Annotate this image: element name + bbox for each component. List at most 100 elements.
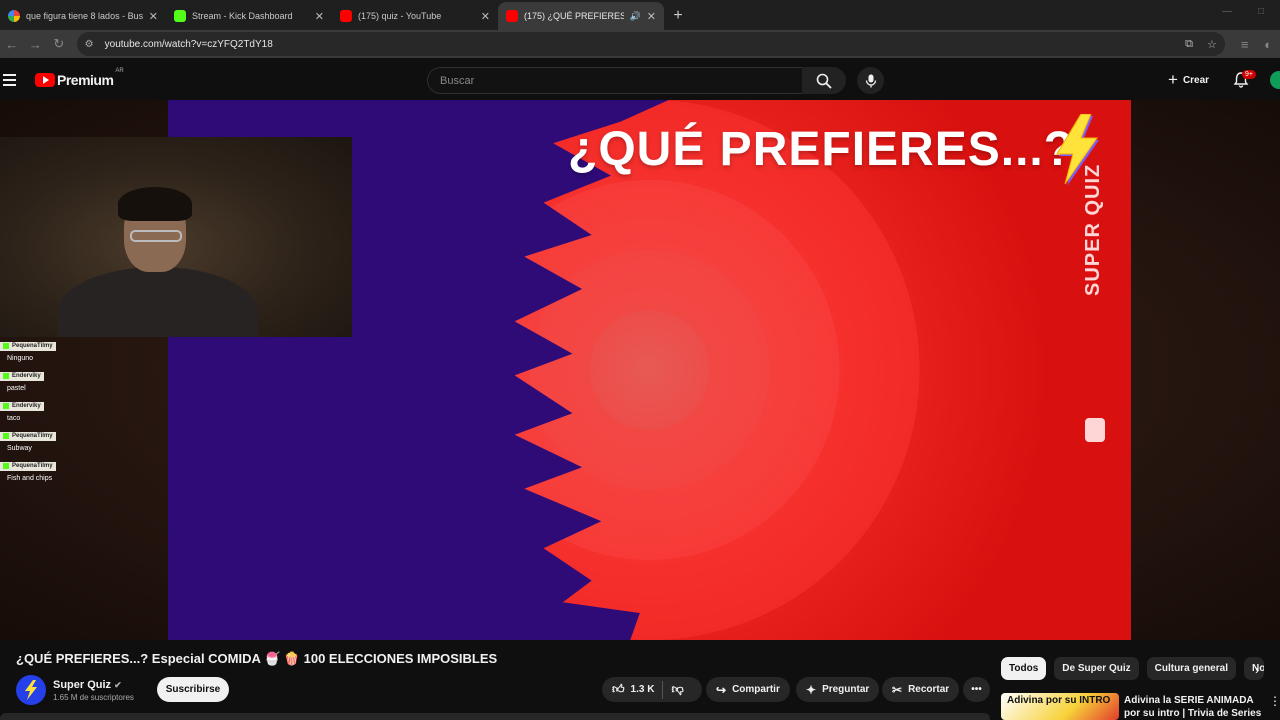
browser-tab[interactable]: (175) quiz - YouTube ✕ [332,2,498,30]
create-label: Crear [1182,74,1210,86]
youtube-icon [340,10,352,22]
chat-text: Fish and chips [7,475,53,482]
stream-chat-overlay: PequenaTilmy Ninguno Enderviky pastel En… [0,336,120,486]
recommended-title[interactable]: Adivina la SERIE ANIMADA por su intro | … [1124,694,1264,720]
search-input[interactable]: Buscar [427,67,803,94]
profile-icon[interactable]: ◐ [1256,37,1280,52]
sparkle-icon: ✦ [806,682,817,697]
chat-text: Ninguno [7,355,34,362]
chat-username: PequenaTilmy [0,461,56,471]
kick-badge-icon [3,403,9,409]
kick-badge-icon [3,433,9,439]
chat-message: Enderviky taco [0,396,120,422]
browser-tab[interactable]: que figura tiene 8 lados - Busca ✕ [0,2,166,30]
super-quiz-watermark: SUPER QUIZ [1082,163,1104,296]
chat-username: PequenaTilmy [0,341,56,351]
menu-icon[interactable] [3,74,23,86]
recommended-thumbnail[interactable]: Adivina por su INTRO [1001,693,1119,720]
window-controls: — □ [1222,6,1264,17]
more-actions-button[interactable]: ••• [963,677,990,702]
youtube-masthead: Premium AR Buscar + Crear 9+ [0,60,1280,100]
bookmark-star-icon[interactable]: ☆ [1207,38,1217,51]
tab-title: que figura tiene 8 lados - Busca [26,11,143,21]
chat-username: PequenaTilmy [0,431,56,441]
chat-text: taco [7,415,21,422]
share-label: Compartir [732,684,780,695]
create-button[interactable]: + Crear [1160,69,1217,91]
share-button[interactable]: ↪ Compartir [706,677,790,702]
video-headline: ¿QUÉ PREFIERES...? [568,123,1075,176]
streamer-hair [118,187,192,221]
account-avatar[interactable] [1270,71,1280,89]
tab-title: Stream - Kick Dashboard [192,11,293,21]
description-panel-edge [0,713,990,720]
search-placeholder: Buscar [440,74,475,87]
video-title: ¿QUÉ PREFIERES...? Especial COMIDA 🍧 🍿 1… [16,651,498,666]
voice-search-button[interactable] [857,67,884,94]
site-info-icon[interactable]: ⚙ [85,39,99,50]
back-icon[interactable]: ← [0,37,24,52]
like-count[interactable]: 1.3 K [631,684,655,695]
kick-badge-icon [3,463,9,469]
browser-tab[interactable]: Stream - Kick Dashboard ✕ [166,2,332,30]
super-quiz-logo-mark [1085,418,1105,442]
chat-message: PequenaTilmy Fish and chips [0,456,120,482]
address-bar[interactable]: ⚙ youtube.com/watch?v=czYFQ2TdY18 ⧉ ☆ [76,32,1225,56]
close-tab-icon[interactable]: ✕ [481,10,490,23]
chat-username: Enderviky [0,371,44,381]
channel-info: Super Quiz ✔ 1.65 M de suscriptores [16,675,134,705]
reload-icon[interactable]: ↻ [47,36,71,52]
google-icon [8,10,20,22]
chat-message: PequenaTilmy Ninguno [0,336,120,362]
more-vertical-icon[interactable]: ⋮ [1269,694,1280,708]
minimize-icon[interactable]: — [1222,6,1232,17]
streamer-glasses [130,230,182,242]
subscriber-count: 1.65 M de suscriptores [53,692,134,702]
plus-icon: + [1168,70,1178,89]
close-tab-icon[interactable]: ✕ [647,10,656,23]
thumbnail-text: Adivina por su INTRO [1007,695,1111,706]
tab-title: (175) quiz - YouTube [358,11,442,21]
divider [662,680,664,699]
browser-tab-active[interactable]: (175) ¿QUÉ PREFIERES...? Es 🔊 ✕ [498,2,664,30]
chat-text: pastel [7,385,26,392]
clip-button[interactable]: ✂ Recortar [882,677,960,702]
streamer-body [58,267,258,337]
streamer-webcam [0,137,352,337]
chip-more[interactable]: No [1243,657,1264,680]
close-tab-icon[interactable]: ✕ [149,10,158,23]
reading-list-icon[interactable]: ≡ [1233,37,1257,52]
speaker-icon[interactable]: 🔊 [630,11,641,22]
browser-tab-strip: que figura tiene 8 lados - Busca ✕ Strea… [0,0,1280,30]
scissors-icon: ✂ [892,682,903,697]
install-app-icon[interactable]: ⧉ [1185,38,1193,51]
new-tab-button[interactable]: + [664,2,692,30]
chip-todos[interactable]: Todos [1001,657,1047,680]
thumbs-down-icon[interactable]: 👎︎ [671,682,683,697]
microphone-icon [865,74,876,87]
close-tab-icon[interactable]: ✕ [315,10,324,23]
kick-badge-icon [3,373,9,379]
search-icon [816,73,832,89]
subscribe-button[interactable]: Suscribirse [157,677,229,702]
channel-name[interactable]: Super Quiz ✔ [53,679,134,691]
ask-label: Preguntar [822,684,870,695]
thumbs-up-icon[interactable]: 👍︎ [612,682,625,697]
ask-button[interactable]: ✦ Preguntar [796,677,880,702]
chevron-right-icon[interactable]: › [1255,662,1259,677]
chat-text: Subway [7,445,32,452]
related-filter-chips: Todos De Super Quiz Cultura general No [1001,657,1264,680]
youtube-premium-logo[interactable]: Premium AR [35,68,124,88]
lightning-icon [25,680,37,700]
channel-avatar[interactable] [16,675,46,705]
clip-label: Recortar [908,684,950,695]
youtube-icon [506,10,518,22]
notification-badge: 9+ [1242,70,1256,79]
url-text: youtube.com/watch?v=czYFQ2TdY18 [104,38,273,50]
search-button[interactable] [802,67,846,94]
forward-icon[interactable]: → [24,37,48,52]
browser-toolbar: ← → ↻ ⚙ youtube.com/watch?v=czYFQ2TdY18 … [0,30,1280,58]
chip-channel[interactable]: De Super Quiz [1054,657,1139,680]
chip-cultura[interactable]: Cultura general [1146,657,1236,680]
maximize-icon[interactable]: □ [1258,6,1264,17]
